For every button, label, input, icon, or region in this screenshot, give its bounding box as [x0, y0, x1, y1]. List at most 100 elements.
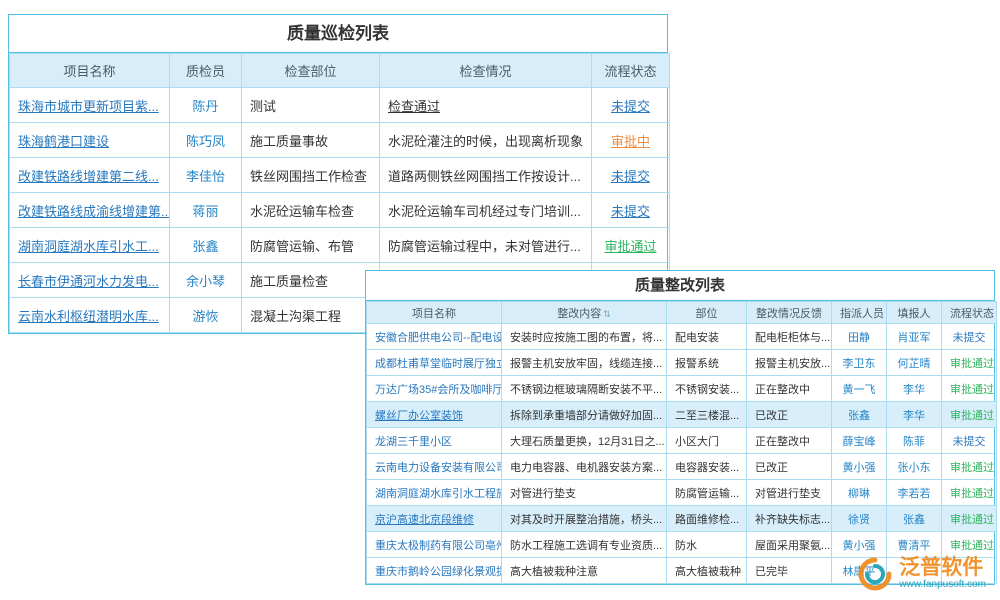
feedback: 已改正 — [747, 402, 832, 428]
project-link[interactable]: 龙湖三千里小区 — [375, 436, 452, 448]
part: 不锈钢安装... — [667, 376, 747, 402]
part: 小区大门 — [667, 428, 747, 454]
col-inspection-situation: 检查情况 — [380, 54, 592, 88]
part: 防腐管运输... — [667, 480, 747, 506]
assignee: 黄一飞 — [832, 376, 887, 402]
table-row: 万达广场35#会所及咖啡厅空... 不锈钢边框玻璃隔断安装不平... 不锈钢安装… — [367, 376, 997, 402]
rectification-table: 项目名称 整改内容⇅ 部位 整改情况反馈 指派人员 填报人 流程状态 安徽合肥供… — [366, 301, 997, 584]
feedback: 配电柜柜体与... — [747, 324, 832, 350]
reporter: 曹清平 — [887, 532, 942, 558]
assignee: 徐贤 — [832, 506, 887, 532]
project-link[interactable]: 重庆市鹅岭公园绿化景观提升... — [375, 566, 502, 578]
brand-watermark: 泛普软件 www.fanpusoft.com — [857, 556, 986, 592]
status-link[interactable]: 审批通过 — [950, 384, 994, 396]
feedback: 对管进行垫支 — [747, 480, 832, 506]
status-link[interactable]: 审批通过 — [950, 462, 994, 474]
sort-icon[interactable]: ⇅ — [603, 309, 611, 319]
project-link[interactable]: 长春市伊通河水力发电... — [18, 274, 159, 289]
status-link[interactable]: 未提交 — [611, 99, 650, 114]
status-link[interactable]: 审批通过 — [950, 514, 994, 526]
project-link[interactable]: 湖南洞庭湖水库引水工程施工标 — [375, 488, 502, 500]
rectification-panel: 质量整改列表 项目名称 整改内容⇅ 部位 整改情况反馈 指派人员 填报人 流程状… — [365, 270, 995, 585]
project-link[interactable]: 珠海鹤港口建设 — [18, 134, 109, 149]
col-project-name: 项目名称 — [367, 302, 502, 324]
project-link[interactable]: 京沪高速北京段维修 — [375, 514, 474, 526]
inspection-part: 测试 — [242, 88, 380, 123]
inspection-situation: 水泥砼运输车司机经过专门培训... — [380, 193, 592, 228]
status-link[interactable]: 审批通过 — [604, 239, 656, 254]
col-assignee: 指派人员 — [832, 302, 887, 324]
table-row: 重庆太极制药有限公司亳州中... 防水工程施工选调有专业资质... 防水 屋面采… — [367, 532, 997, 558]
project-link[interactable]: 安徽合肥供电公司--配电设备... — [375, 332, 502, 344]
reporter: 李华 — [887, 376, 942, 402]
brand-url: www.fanpusoft.com — [899, 579, 986, 591]
project-link[interactable]: 云南电力设备安装有限公司20... — [375, 462, 502, 474]
col-reporter: 填报人 — [887, 302, 942, 324]
part: 配电安装 — [667, 324, 747, 350]
project-link[interactable]: 重庆太极制药有限公司亳州中... — [375, 540, 502, 552]
status-link[interactable]: 审批通过 — [950, 540, 994, 552]
rectify-content: 高大植被栽种注意 — [502, 558, 667, 584]
table-row: 成都杜甫草堂临时展厅独立展... 报警主机安放牢固，线缆连接... 报警系统 报… — [367, 350, 997, 376]
status-link[interactable]: 审批通过 — [950, 488, 994, 500]
inspector-name: 张鑫 — [170, 228, 242, 263]
status-link[interactable]: 审批通过 — [950, 410, 994, 422]
project-link[interactable]: 成都杜甫草堂临时展厅独立展... — [375, 358, 502, 370]
feedback: 报警主机安放... — [747, 350, 832, 376]
project-link[interactable]: 改建铁路线增建第二线... — [18, 169, 159, 184]
rectify-content: 对其及时开展整治措施，桥头... — [502, 506, 667, 532]
status-link[interactable]: 审批中 — [611, 134, 650, 149]
rectify-content: 电力电容器、电机器安装方案... — [502, 454, 667, 480]
status-link[interactable]: 审批通过 — [950, 358, 994, 370]
status-link[interactable]: 未提交 — [611, 204, 650, 219]
feedback: 正在整改中 — [747, 428, 832, 454]
inspector-name: 蒋丽 — [170, 193, 242, 228]
feedback: 屋面采用聚氨... — [747, 532, 832, 558]
inspection-panel-title: 质量巡检列表 — [9, 15, 667, 53]
part: 高大植被栽种 — [667, 558, 747, 584]
inspection-situation: 水泥砼灌注的时候，出现离析现象 — [380, 123, 592, 158]
table-row: 龙湖三千里小区 大理石质量更换，12月31日之... 小区大门 正在整改中 薛宝… — [367, 428, 997, 454]
feedback: 补齐缺失标志... — [747, 506, 832, 532]
assignee: 李卫东 — [832, 350, 887, 376]
fanpu-logo-icon — [857, 556, 893, 592]
reporter: 张鑫 — [887, 506, 942, 532]
inspector-name: 陈巧凤 — [170, 123, 242, 158]
col-inspection-part: 检查部位 — [242, 54, 380, 88]
table-row: 改建铁路线增建第二线... 李佳怡 铁丝网围挡工作检查 道路两侧铁丝网围挡工作按… — [10, 158, 670, 193]
situation-link[interactable]: 检查通过 — [388, 99, 440, 114]
table-row: 湖南洞庭湖水库引水工程施工标 对管进行垫支 防腐管运输... 对管进行垫支 柳琳… — [367, 480, 997, 506]
project-link[interactable]: 螺丝厂办公室装饰 — [375, 410, 463, 422]
project-link[interactable]: 湖南洞庭湖水库引水工... — [18, 239, 159, 254]
table-row: 改建铁路线成渝线增建第... 蒋丽 水泥砼运输车检查 水泥砼运输车司机经过专门培… — [10, 193, 670, 228]
part: 报警系统 — [667, 350, 747, 376]
col-flow-status: 流程状态 — [592, 54, 670, 88]
project-link[interactable]: 珠海市城市更新项目紫... — [18, 99, 159, 114]
project-link[interactable]: 云南水利枢纽潜明水库... — [18, 309, 159, 324]
inspector-name: 陈丹 — [170, 88, 242, 123]
table-row: 安徽合肥供电公司--配电设备... 安装时应按施工图的布置，将... 配电安装 … — [367, 324, 997, 350]
project-link[interactable]: 改建铁路线成渝线增建第... — [18, 204, 170, 219]
inspection-part: 混凝土沟渠工程 — [242, 298, 380, 333]
col-rectify-content[interactable]: 整改内容⇅ — [502, 302, 667, 324]
assignee: 黄小强 — [832, 532, 887, 558]
table-row: 珠海市城市更新项目紫... 陈丹 测试 检查通过 未提交 — [10, 88, 670, 123]
col-part: 部位 — [667, 302, 747, 324]
rectify-content: 拆除到承重墙部分请做好加固... — [502, 402, 667, 428]
table-row: 珠海鹤港口建设 陈巧凤 施工质量事故 水泥砼灌注的时候，出现离析现象 审批中 — [10, 123, 670, 158]
status-link[interactable]: 未提交 — [611, 169, 650, 184]
feedback: 已完毕 — [747, 558, 832, 584]
assignee: 张鑫 — [832, 402, 887, 428]
status-link[interactable]: 未提交 — [953, 436, 986, 448]
reporter: 何芷晴 — [887, 350, 942, 376]
part: 路面维修检... — [667, 506, 747, 532]
reporter: 李华 — [887, 402, 942, 428]
inspection-header-row: 项目名称 质检员 检查部位 检查情况 流程状态 — [10, 54, 670, 88]
table-row: 云南电力设备安装有限公司20... 电力电容器、电机器安装方案... 电容器安装… — [367, 454, 997, 480]
part: 防水 — [667, 532, 747, 558]
project-link[interactable]: 万达广场35#会所及咖啡厅空... — [375, 384, 502, 396]
inspection-part: 施工质量检查 — [242, 263, 380, 298]
reporter: 陈菲 — [887, 428, 942, 454]
status-link[interactable]: 未提交 — [953, 332, 986, 344]
rectify-content: 大理石质量更换，12月31日之... — [502, 428, 667, 454]
